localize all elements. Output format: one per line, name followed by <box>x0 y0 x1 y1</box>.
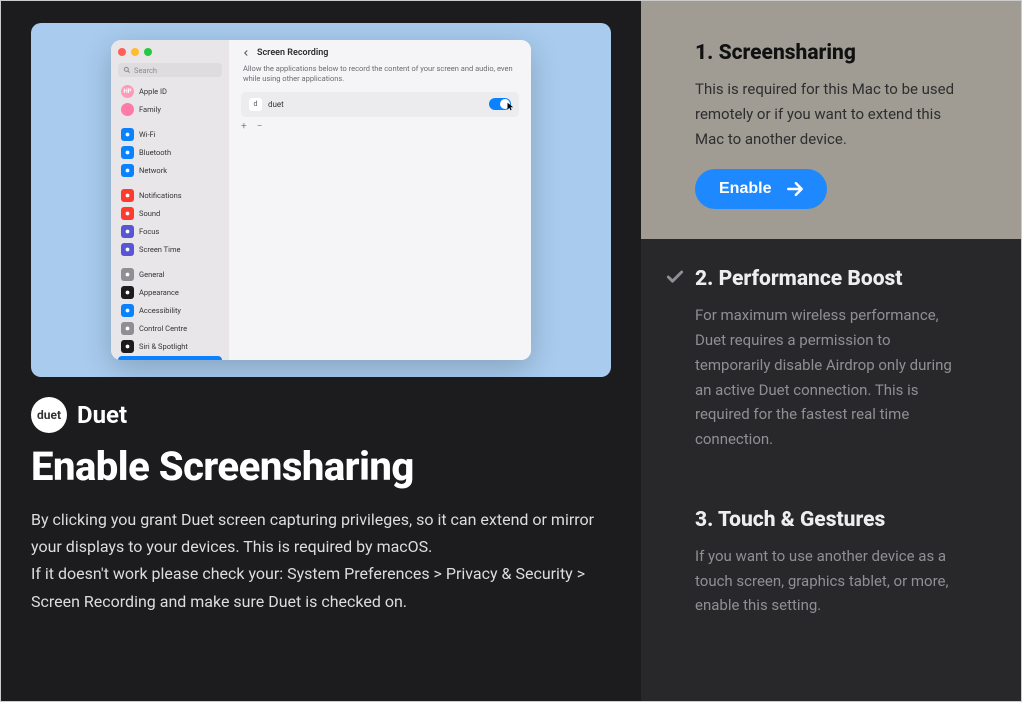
sidebar-item-icon <box>121 128 134 141</box>
minimize-icon <box>131 48 139 56</box>
mac-content-header: Screen Recording <box>229 40 531 64</box>
minus-icon: − <box>257 121 263 132</box>
mac-sidebar: Search HP Apple ID Family Wi-Fi Bluetooth Ne… <box>111 40 229 360</box>
mac-sidebar-item: HP Apple ID <box>118 83 222 100</box>
sidebar-item-icon <box>121 164 134 177</box>
mac-sidebar-item: Focus <box>118 223 222 240</box>
mac-sidebar-label: Apple ID <box>139 87 167 96</box>
mac-sidebar-label: Wi-Fi <box>139 130 156 139</box>
mac-content-desc: Allow the applications below to record t… <box>229 64 531 92</box>
avatar: HP <box>121 85 134 98</box>
mac-app-icon: d <box>249 98 262 111</box>
mac-search-input: Search <box>118 63 222 77</box>
mac-footer-buttons: + − <box>241 121 519 132</box>
mac-sidebar-item: Sound <box>118 205 222 222</box>
arrow-right-icon <box>785 179 805 199</box>
screenshot-preview: Search HP Apple ID Family Wi-Fi Bluetooth Ne… <box>31 23 611 377</box>
mac-sidebar-item: Network <box>118 162 222 179</box>
mac-sidebar-label: Focus <box>139 227 159 236</box>
traffic-lights <box>118 48 222 56</box>
check-icon <box>665 267 685 291</box>
page-description: By clicking you grant Duet screen captur… <box>31 506 611 615</box>
step-title: 1. Screensharing <box>695 41 856 65</box>
maximize-icon <box>144 48 152 56</box>
sidebar-item-icon <box>121 207 134 220</box>
mac-search-placeholder: Search <box>134 66 157 75</box>
sidebar-item-icon <box>121 243 134 256</box>
sidebar-item-icon <box>121 322 134 335</box>
mac-app-row: d duet <box>241 92 519 117</box>
mac-sidebar-item: Notifications <box>118 187 222 204</box>
enable-button[interactable]: Enable <box>695 169 827 209</box>
step-body: If you want to use another device as a t… <box>663 544 963 618</box>
mac-content: Screen Recording Allow the applications … <box>229 40 531 360</box>
sidebar-item-icon <box>121 304 134 317</box>
mac-sidebar-label: Accessibility <box>139 306 181 315</box>
mac-app-name: duet <box>268 100 284 109</box>
mac-window: Search HP Apple ID Family Wi-Fi Bluetooth Ne… <box>111 40 531 360</box>
brand-logo: duet <box>31 397 67 433</box>
mac-sidebar-label: Sound <box>139 209 160 218</box>
mac-sidebar-item: Appearance <box>118 284 222 301</box>
mac-sidebar-label: Siri & Spotlight <box>139 342 188 351</box>
brand-row: duet Duet <box>31 397 611 433</box>
sidebar-item-icon <box>121 146 134 159</box>
sidebar-item-icon <box>121 189 134 202</box>
mac-sidebar-label: General <box>139 270 165 279</box>
mac-toggle <box>489 98 511 110</box>
sidebar-item-icon <box>121 358 134 360</box>
mac-sidebar-item: Siri & Spotlight <box>118 338 222 355</box>
step-touch-gestures: 3. Touch & Gestures If you want to use a… <box>641 480 1021 646</box>
mac-sidebar-label: Family <box>139 105 161 114</box>
search-icon <box>123 66 131 74</box>
steps-panel: 1. Screensharing This is required for th… <box>641 1 1021 701</box>
desc-line-2: If it doesn't work please check your: Sy… <box>31 564 585 610</box>
chevron-left-icon <box>241 48 251 58</box>
mac-sidebar-label: Network <box>139 166 167 175</box>
mac-sidebar-item: Control Centre <box>118 320 222 337</box>
sidebar-item-icon <box>121 225 134 238</box>
step-screensharing: 1. Screensharing This is required for th… <box>641 1 1021 239</box>
close-icon <box>118 48 126 56</box>
mac-sidebar-label: Screen Time <box>139 245 181 254</box>
mac-sidebar-item: Family <box>118 101 222 118</box>
step-title: 3. Touch & Gestures <box>695 508 885 532</box>
enable-button-label: Enable <box>719 180 771 198</box>
mac-sidebar-item: Accessibility <box>118 302 222 319</box>
plus-icon: + <box>241 121 247 132</box>
step-title: 2. Performance Boost <box>695 267 902 291</box>
mac-sidebar-item: Privacy & Security <box>118 356 222 360</box>
sidebar-item-icon <box>121 340 134 353</box>
mac-content-title: Screen Recording <box>257 48 328 58</box>
mac-sidebar-label: Bluetooth <box>139 148 171 157</box>
sidebar-item-icon <box>121 286 134 299</box>
mac-sidebar-label: Appearance <box>139 288 179 297</box>
mac-sidebar-label: Notifications <box>139 191 182 200</box>
mac-sidebar-item: Bluetooth <box>118 144 222 161</box>
mac-sidebar-item: General <box>118 266 222 283</box>
step-body: This is required for this Mac to be used… <box>663 77 963 151</box>
avatar <box>121 103 134 116</box>
app-root: Search HP Apple ID Family Wi-Fi Bluetooth Ne… <box>0 0 1022 702</box>
left-panel: Search HP Apple ID Family Wi-Fi Bluetooth Ne… <box>1 1 641 701</box>
cursor-icon <box>506 102 515 113</box>
mac-sidebar-item: Wi-Fi <box>118 126 222 143</box>
brand-name: Duet <box>77 401 127 429</box>
mac-sidebar-label: Control Centre <box>139 324 187 333</box>
sidebar-item-icon <box>121 268 134 281</box>
page-title: Enable Screensharing <box>31 443 611 490</box>
mac-sidebar-item: Screen Time <box>118 241 222 258</box>
step-body: For maximum wireless performance, Duet r… <box>663 303 963 452</box>
desc-line-1: By clicking you grant Duet screen captur… <box>31 510 594 556</box>
step-performance-boost: 2. Performance Boost For maximum wireles… <box>641 239 1021 480</box>
